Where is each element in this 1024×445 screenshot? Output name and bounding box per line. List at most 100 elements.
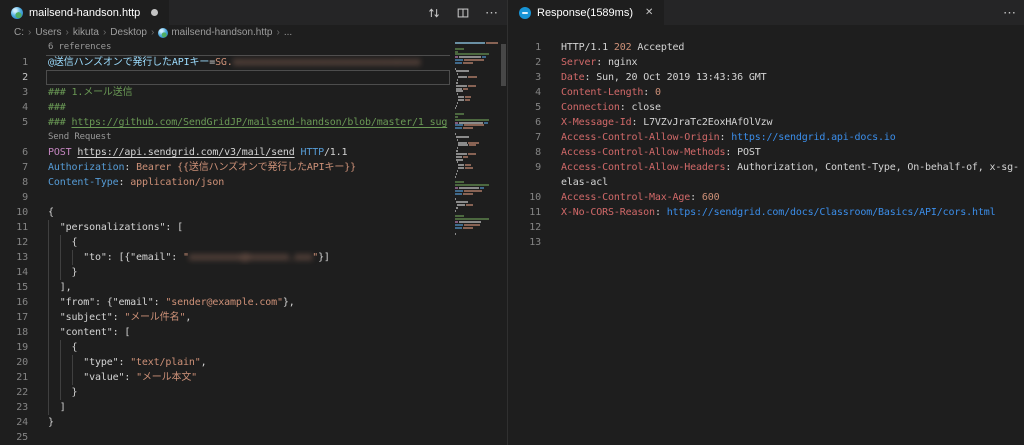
response-editor-group: Response(1589ms) ✕ ⋯ 1 HTTP/1.1 202 Accep… xyxy=(507,0,1024,445)
link-text[interactable]: https://github.com/SendGridJP/mailsend-h… xyxy=(71,117,447,128)
line-number: 23 xyxy=(16,402,28,413)
code-token: POST xyxy=(48,147,72,158)
more-actions-icon[interactable]: ⋯ xyxy=(1003,5,1017,21)
line-number: 10 xyxy=(16,207,28,218)
breadcrumb-item-[interactable]: ... xyxy=(284,27,292,38)
code-token: } xyxy=(48,267,78,278)
code-line[interactable]: 2 xyxy=(0,70,507,85)
minimap-row xyxy=(455,189,500,192)
code-line[interactable]: 7 Authorization: Bearer {{送信ハンズオンで発行したAPI… xyxy=(0,160,507,175)
code-token: Server xyxy=(561,57,597,68)
tab-title: mailsend-handson.http xyxy=(29,6,141,19)
code-line[interactable]: 1 HTTP/1.1 202 Accepted xyxy=(508,40,1024,55)
code-line[interactable]: elas-acl xyxy=(508,175,1024,190)
breadcrumb-label: Users xyxy=(35,27,62,38)
code-line[interactable]: 20 "type": "text/plain", xyxy=(0,355,507,370)
breadcrumb-item-kikuta[interactable]: kikuta xyxy=(73,27,99,38)
minimap-row xyxy=(455,61,500,64)
minimap-row xyxy=(455,164,500,167)
line-number: 18 xyxy=(16,327,28,338)
code-line[interactable]: 4 ### xyxy=(0,100,507,115)
code-text: ] xyxy=(48,400,455,415)
line-number: 8 xyxy=(22,177,28,188)
code-line[interactable]: 6 POST https://api.sendgrid.com/v3/mail/s… xyxy=(0,145,507,160)
code-token: "メール件名" xyxy=(124,312,186,323)
close-icon[interactable]: ✕ xyxy=(645,7,653,18)
code-line[interactable]: 2 Server: nginx xyxy=(508,55,1024,70)
code-text: "from": {"email": "sender@example.com"}, xyxy=(48,295,455,310)
code-line[interactable]: 25 xyxy=(0,430,507,445)
code-line[interactable]: 6 X-Message-Id: L7VZvJraTc2EoxHAfOlVzw xyxy=(508,115,1024,130)
code-line[interactable]: 16 "from": {"email": "sender@example.com… xyxy=(0,295,507,310)
code-line[interactable]: 9 Access-Control-Allow-Headers: Authoriza… xyxy=(508,160,1024,175)
minimap-row xyxy=(455,226,500,229)
breadcrumb-item-users[interactable]: Users xyxy=(35,27,61,38)
code-line[interactable]: 4 Content-Length: 0 xyxy=(508,85,1024,100)
code-text: } xyxy=(48,385,455,400)
code-line[interactable]: 19 { xyxy=(0,340,507,355)
code-line[interactable]: 23 ] xyxy=(0,400,507,415)
minimap-row xyxy=(455,161,500,164)
breadcrumb-item-mailsendhandsonhttp[interactable]: mailsend-handson.http xyxy=(158,27,273,38)
code-line[interactable]: 13 "to": [{"email": "xxxxxxxxx@xxxxxxx.x… xyxy=(0,250,507,265)
code-token: SG. xyxy=(215,57,233,68)
code-line[interactable]: 8 Content-Type: application/json xyxy=(0,175,507,190)
code-line[interactable]: 21 "value": "メール本文" xyxy=(0,370,507,385)
code-line[interactable]: 22 } xyxy=(0,385,507,400)
code-line[interactable]: 1 @送信ハンズオンで発行したAPIキー=SG.xxxxxxxxxxxxxxxxx… xyxy=(0,55,507,70)
codelens-link[interactable]: 6 references xyxy=(48,42,111,52)
code-line[interactable]: 12 xyxy=(508,220,1024,235)
code-line[interactable]: 15 ], xyxy=(0,280,507,295)
response-editor[interactable]: 1 HTTP/1.1 202 Accepted 2 Server: nginx 3 Dat… xyxy=(508,25,1024,445)
code-line[interactable]: 13 xyxy=(508,235,1024,250)
tab-title: Response(1589ms) xyxy=(537,6,633,19)
code-line[interactable]: 11 X-No-CORS-Reason: https://sendgrid.com… xyxy=(508,205,1024,220)
left-editor[interactable]: 6 references 1 @送信ハンズオンで発行したAPIキー=SG.xxxxx… xyxy=(0,40,507,445)
code-text: Access-Control-Max-Age: 600 xyxy=(561,190,1024,205)
send-request-codelens[interactable]: Send Request xyxy=(0,130,507,145)
line-number: 22 xyxy=(16,387,28,398)
breadcrumb-item-c[interactable]: C: xyxy=(14,27,24,38)
code-line[interactable]: 5 ### https://github.com/SendGridJP/mails… xyxy=(0,115,507,130)
http-file-icon xyxy=(158,27,169,38)
tab-mailsend-handson[interactable]: mailsend-handson.http xyxy=(0,0,170,25)
code-line[interactable]: 11 "personalizations": [ xyxy=(0,220,507,235)
tab-response[interactable]: Response(1589ms) ✕ xyxy=(508,0,665,25)
line-number: 19 xyxy=(16,342,28,353)
unsaved-changes-dot[interactable] xyxy=(151,9,159,16)
code-line[interactable]: 8 Access-Control-Allow-Methods: POST xyxy=(508,145,1024,160)
code-line[interactable]: 17 "subject": "メール件名", xyxy=(0,310,507,325)
code-line[interactable]: 14 } xyxy=(0,265,507,280)
split-editor-icon[interactable] xyxy=(456,6,470,20)
minimap-row xyxy=(455,167,500,170)
link-text[interactable]: https://sendgrid.com/docs/Classroom/Basi… xyxy=(667,207,996,218)
breadcrumb-item-desktop[interactable]: Desktop xyxy=(110,27,147,38)
line-number: 7 xyxy=(535,132,541,143)
codelens-link[interactable]: Send Request xyxy=(48,132,111,142)
minimap[interactable] xyxy=(455,42,500,238)
more-actions-icon[interactable]: ⋯ xyxy=(485,5,499,21)
code-line[interactable]: 12 { xyxy=(0,235,507,250)
minimap-row xyxy=(455,141,500,144)
code-line[interactable]: 24} xyxy=(0,415,507,430)
code-line[interactable]: 3 Date: Sun, 20 Oct 2019 13:43:36 GMT xyxy=(508,70,1024,85)
code-line[interactable]: 7 Access-Control-Allow-Origin: https://se… xyxy=(508,130,1024,145)
code-line[interactable]: 5 Connection: close xyxy=(508,100,1024,115)
indent-guide xyxy=(60,235,61,280)
code-line[interactable]: 9 xyxy=(0,190,507,205)
code-line[interactable]: 3 ### 1.メール送信 xyxy=(0,85,507,100)
code-token: : xyxy=(118,177,131,188)
scrollbar-thumb[interactable] xyxy=(501,44,506,86)
code-token: @送信ハンズオンで発行したAPIキー xyxy=(48,57,210,68)
code-token: "text/plain" xyxy=(130,357,201,368)
references-codelens[interactable]: 6 references xyxy=(0,40,507,55)
code-line[interactable]: 10 { xyxy=(0,205,507,220)
minimap-row xyxy=(455,81,500,84)
link-text[interactable]: https://api.sendgrid.com/v3/mail/send xyxy=(77,147,294,158)
chevron-right-icon: › xyxy=(28,27,32,38)
code-line[interactable]: 10 Access-Control-Max-Age: 600 xyxy=(508,190,1024,205)
link-text[interactable]: https://sendgrid.api-docs.io xyxy=(731,132,896,143)
code-line[interactable]: 18 "content": [ xyxy=(0,325,507,340)
compare-changes-icon[interactable] xyxy=(427,6,441,20)
